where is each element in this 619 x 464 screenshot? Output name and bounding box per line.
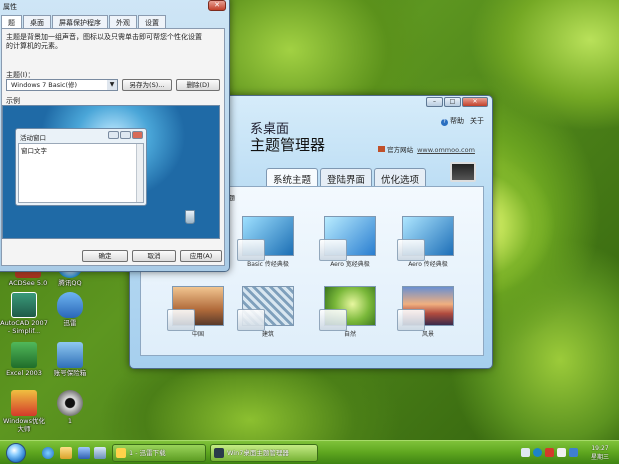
desktop-show-icon[interactable] (94, 447, 106, 459)
taskbar-item-xunlei[interactable]: 1 - 迅雷下载 (112, 444, 206, 462)
safe-icon (57, 342, 83, 368)
antivirus-icon[interactable] (545, 448, 554, 457)
display-properties-window: 属性 ✕ 题 桌面 屏幕保护程序 外观 设置 主题是背景加一组声音，图标以及只需… (0, 0, 230, 272)
chevron-down-icon[interactable]: ▼ (107, 80, 117, 90)
home-icon (378, 146, 385, 152)
desktop: ACDSee 5.0 腾讯QQ AutoCAD 2007 - Simplif..… (0, 0, 619, 464)
theme-sample-preview: 活动窗口 窗口文字 (2, 105, 220, 239)
theme-thumb-aero-wide[interactable]: Aero 宽经典极 (315, 216, 385, 268)
ie-icon[interactable] (42, 447, 54, 459)
theme-thumb-scenery[interactable]: 风景 (393, 286, 463, 338)
cancel-button[interactable]: 取消 (132, 250, 176, 262)
ok-button[interactable]: 确定 (82, 250, 128, 262)
theme-preview-aero (397, 216, 454, 261)
taskbar: 1 - 迅雷下载 Win7桌面主题管理器 19:27 星期三 (0, 440, 619, 464)
close-button[interactable]: ✕ (462, 97, 488, 107)
qq-tray-icon[interactable] (533, 448, 542, 457)
desktop-icon-label: 账号保险箱 (53, 369, 87, 377)
sample-window-title: 活动窗口 (20, 134, 46, 142)
scrollbar (136, 144, 143, 202)
official-site[interactable]: 官方网站 www.ommoo.com (378, 144, 475, 154)
system-tray: 19:27 星期三 (519, 441, 619, 464)
theme-thumb-basic[interactable]: Basic 传经典极 (233, 216, 303, 268)
theme-manager-icon (214, 448, 224, 458)
help-link[interactable]: ? 帮助 (440, 116, 464, 126)
monitor-icon (450, 162, 476, 182)
clock[interactable]: 19:27 星期三 (591, 444, 609, 462)
save-as-button[interactable]: 另存为(S)... (122, 79, 172, 91)
tab-settings[interactable]: 设置 (138, 15, 166, 28)
top-links: ? 帮助 关于 (440, 116, 484, 126)
maximize-button[interactable]: □ (444, 97, 461, 107)
desktop-icon-label: 腾讯QQ (58, 279, 82, 287)
autocad-icon (11, 292, 37, 318)
desktop-icon-label: AutoCAD 2007 - Simplif... (0, 319, 48, 335)
optimizer-icon (11, 390, 37, 416)
theme-preview-aero-wide (319, 216, 376, 261)
desktop-icon-label: Excel 2003 (6, 369, 42, 377)
desktop-icon-label: Windows优化 大师 (2, 417, 45, 433)
theme-thumb-aero[interactable]: Aero 传经典极 (393, 216, 463, 268)
app-title-line2: 主题管理器 (250, 136, 326, 154)
start-button[interactable] (6, 443, 26, 463)
theme-preview-china (167, 286, 224, 331)
properties-body: 主题是背景加一组声音，图标以及只需单击即可帮您个性化设置 的计算机的元素。 主题… (1, 28, 225, 266)
tab-optimize[interactable]: 优化选项 (374, 168, 427, 186)
tab-themes[interactable]: 题 (1, 15, 22, 29)
about-link[interactable]: 关于 (470, 116, 484, 126)
xunlei-tray-icon[interactable] (569, 448, 578, 457)
volume-icon[interactable] (557, 448, 566, 457)
theme-preview-basic (237, 216, 294, 261)
minimize-button[interactable]: – (426, 97, 443, 107)
theme-thumb-china[interactable]: 中国 (163, 286, 233, 338)
theme-thumb-architecture[interactable]: 建筑 (233, 286, 303, 338)
theme-preview-architecture (237, 286, 294, 331)
xunlei-icon (57, 292, 83, 318)
help-icon: ? (440, 119, 448, 126)
theme-preview-nature (319, 286, 376, 331)
folder-icon[interactable] (60, 447, 72, 459)
window-title: 属性 (3, 3, 17, 11)
network-icon[interactable] (521, 448, 530, 457)
recycle-bin-icon (185, 210, 195, 224)
sample-window-text-area: 窗口文字 (18, 143, 144, 203)
desktop-icon-xunlei[interactable]: 迅雷 (42, 292, 98, 328)
desktop-icon-label: 1 (67, 417, 73, 425)
xunlei-icon (116, 448, 126, 458)
theme-thumb-nature[interactable]: 自然 (315, 286, 385, 338)
sample-active-window: 活动窗口 窗口文字 (15, 128, 147, 206)
tab-desktop[interactable]: 桌面 (23, 15, 51, 28)
taskbar-item-theme-manager[interactable]: Win7桌面主题管理器 (210, 444, 318, 462)
theme-description: 主题是背景加一组声音，图标以及只需单击即可帮您个性化设置 的计算机的元素。 (6, 33, 202, 51)
window-controls: – □ ✕ (426, 97, 488, 107)
desktop-icon-label: 迅雷 (63, 319, 77, 327)
sample-window-controls (108, 131, 143, 139)
media-icon[interactable] (78, 447, 90, 459)
desktop-icon-1[interactable]: 1 (42, 390, 98, 426)
delete-button[interactable]: 删除(D) (176, 79, 220, 91)
desktop-icon-safe[interactable]: 账号保险箱 (42, 342, 98, 378)
theme-select[interactable]: Windows 7 Basic(修) ▼ (6, 79, 118, 91)
eye-icon (57, 390, 83, 416)
properties-tabs: 题 桌面 屏幕保护程序 外观 设置 (1, 15, 167, 29)
tab-appearance[interactable]: 外观 (109, 15, 137, 28)
tab-login-screen[interactable]: 登陆界面 (320, 168, 373, 186)
excel-icon (11, 342, 37, 368)
tab-system-themes[interactable]: 系统主题 (266, 168, 319, 186)
close-button[interactable]: ✕ (208, 0, 226, 11)
tab-screensaver[interactable]: 屏幕保护程序 (52, 15, 108, 28)
theme-preview-scenery (397, 286, 454, 331)
manager-tabs: 系统主题 登陆界面 优化选项 (266, 168, 427, 186)
apply-button[interactable]: 应用(A) (180, 250, 222, 262)
